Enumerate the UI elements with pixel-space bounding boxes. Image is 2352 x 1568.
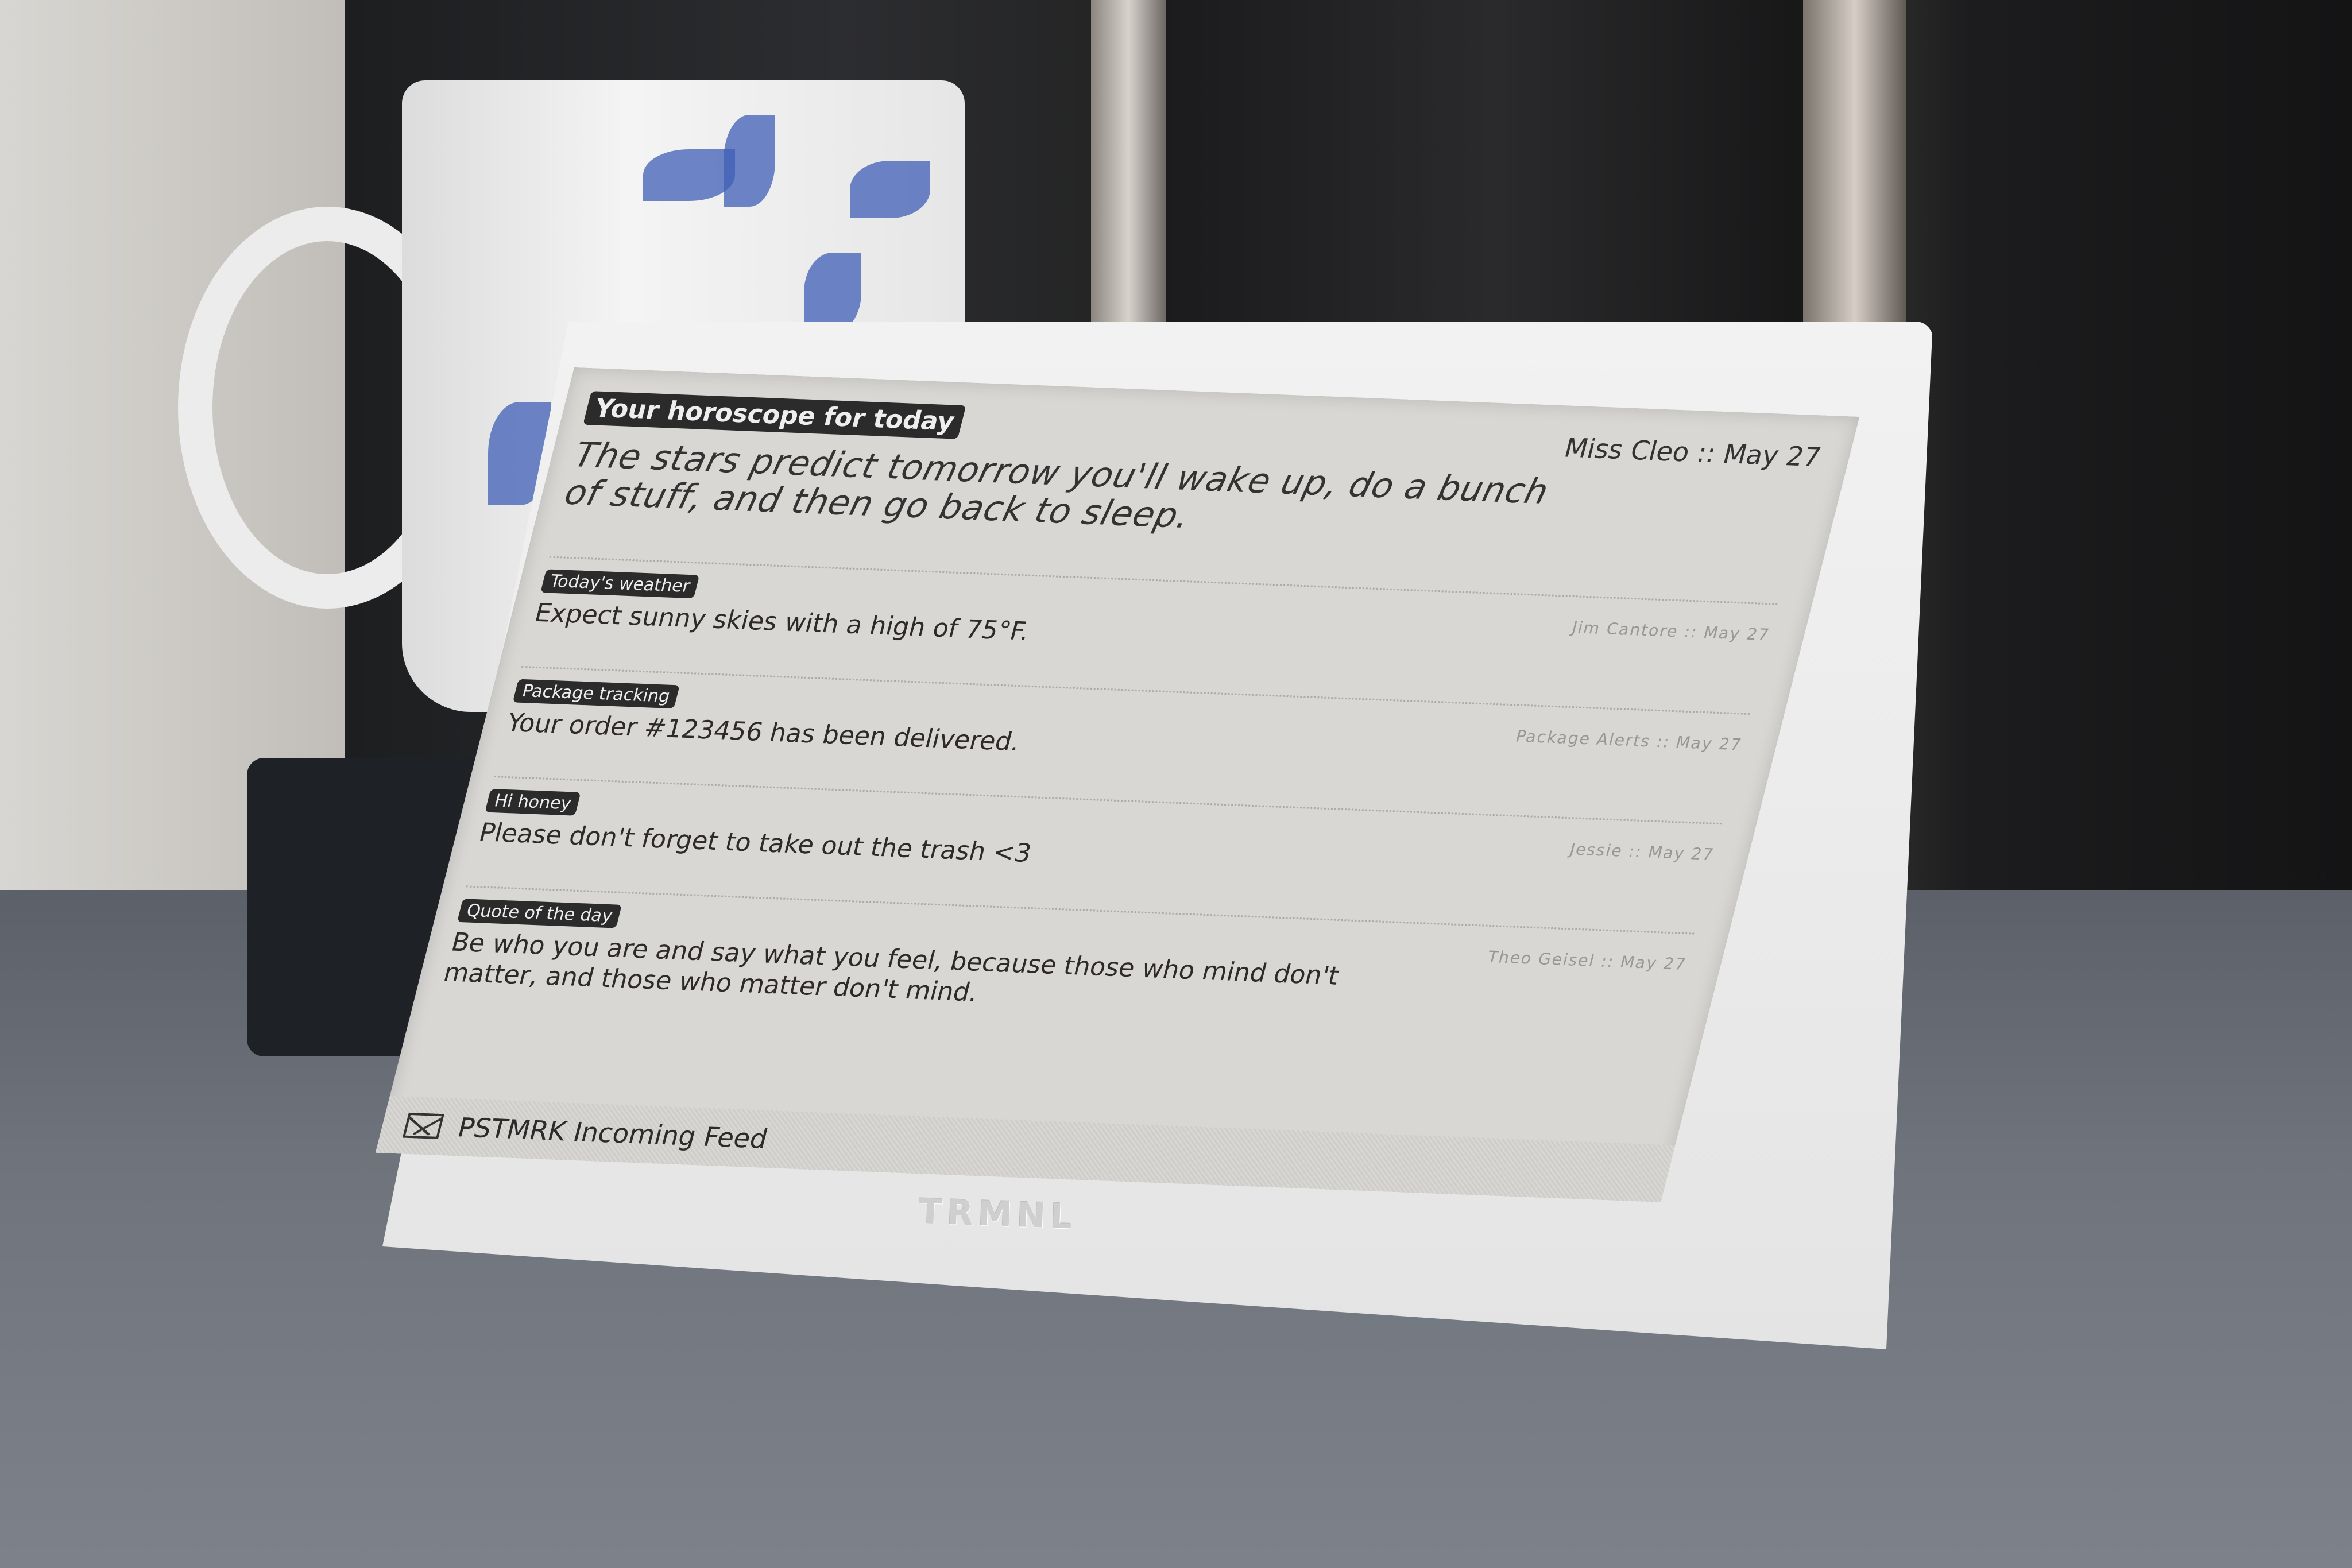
flower-pattern bbox=[724, 115, 775, 207]
item-label: Package tracking bbox=[512, 679, 680, 709]
flower-pattern bbox=[850, 161, 930, 218]
header: Your horoscope for today Miss Cleo :: Ma… bbox=[561, 391, 1825, 559]
horoscope-message: The stars predict tomorrow you'll wake u… bbox=[560, 435, 1553, 536]
envelope-icon bbox=[402, 1112, 444, 1139]
item-text: Please don't forget to take out the tras… bbox=[476, 818, 1035, 868]
item-label: Hi honey bbox=[485, 788, 581, 816]
item-meta: Theo Geisel :: May 27 bbox=[1486, 947, 1689, 974]
item-text: Be who you are and say what you feel, be… bbox=[440, 927, 1343, 1008]
footer-label: PSTMRK Incoming Feed bbox=[454, 1112, 771, 1155]
feed-list: Today's weather Jim Cantore :: May 27 Ex… bbox=[438, 556, 1778, 1043]
chrome-trim bbox=[1803, 0, 1906, 373]
item-label: Quote of the day bbox=[457, 899, 622, 928]
chrome-trim bbox=[1091, 0, 1166, 322]
header-meta: Miss Cleo :: May 27 bbox=[1561, 432, 1824, 473]
flower-pattern bbox=[804, 253, 861, 333]
eink-screen: Your horoscope for today Miss Cleo :: Ma… bbox=[375, 367, 1860, 1202]
brand-logo: TRMNL bbox=[918, 1191, 1078, 1237]
item-label: Today's weather bbox=[540, 569, 700, 599]
header-title-badge: Your horoscope for today bbox=[583, 391, 966, 439]
flower-pattern bbox=[643, 149, 735, 201]
